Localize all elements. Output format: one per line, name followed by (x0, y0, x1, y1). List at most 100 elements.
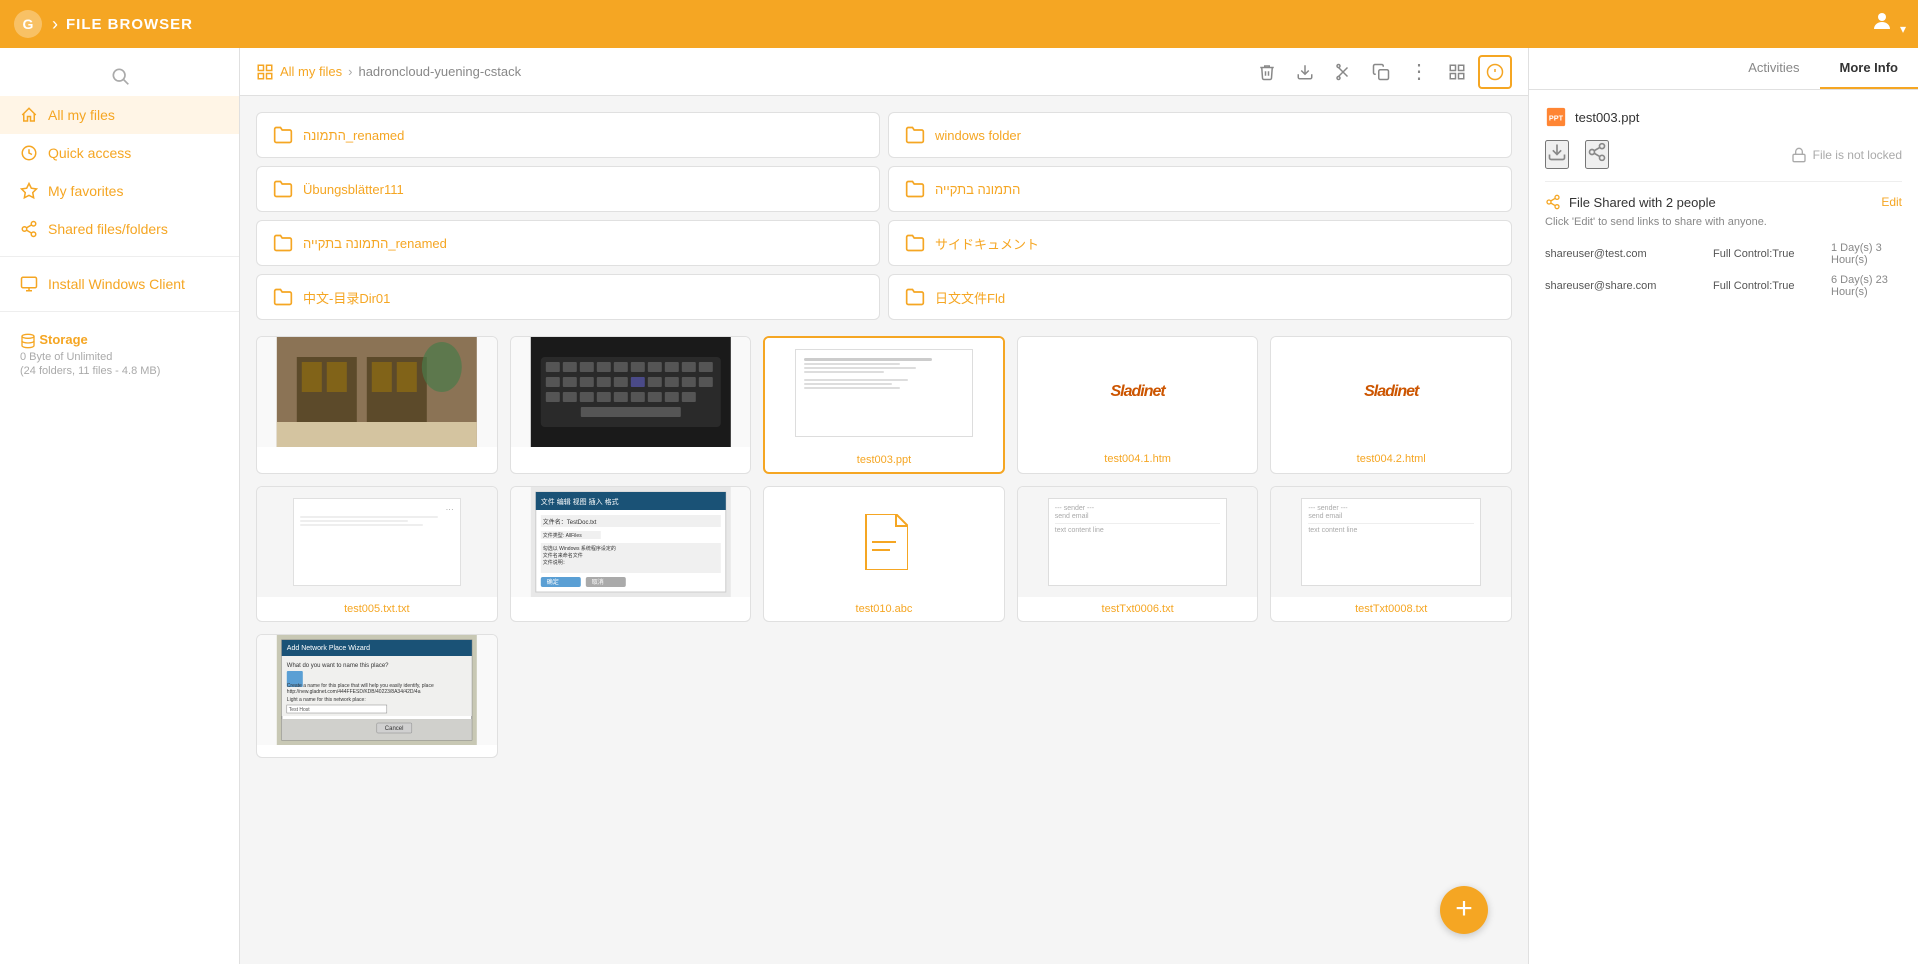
svg-text:取消: 取消 (591, 578, 603, 586)
share-title-row: File Shared with 2 people Edit (1545, 194, 1902, 210)
delete-button[interactable] (1250, 55, 1284, 89)
right-panel: Activities More Info PPT test003.ppt (1528, 48, 1918, 964)
file-item-test004-1[interactable]: Sladinet test004.1.htm (1017, 336, 1259, 474)
sidebar-item-quick-access[interactable]: Quick access (0, 134, 239, 172)
edit-link[interactable]: Edit (1881, 195, 1902, 209)
file-label (257, 447, 497, 459)
svg-text:文件名：TestDoc.txt: 文件名：TestDoc.txt (542, 518, 596, 526)
photo-thumb (257, 337, 497, 447)
content-area: All my files › hadroncloud-yuening-cstac… (240, 48, 1528, 964)
share-user-email-1: shareuser@test.com (1545, 248, 1705, 260)
file-item-test003ppt[interactable]: test003.ppt (763, 336, 1005, 474)
tab-activities[interactable]: Activities (1728, 48, 1819, 89)
svg-text:文件说明：: 文件说明： (542, 559, 567, 566)
file-item-test010[interactable]: test010.abc (763, 486, 1005, 622)
folder-item[interactable]: 中文-目录Dir01 (256, 274, 880, 320)
folder-name: התמונה_renamed (303, 128, 404, 143)
file-item-screenshot2[interactable]: 文件 编辑 视图 插入 格式 文件名：TestDoc.txt 文件类型: All… (510, 486, 752, 622)
folder-name: サイドキュメント (935, 234, 1039, 253)
copy-button[interactable] (1364, 55, 1398, 89)
more-button[interactable]: ⋮ (1402, 55, 1436, 89)
file-item-test004-2[interactable]: Sladinet test004.2.html (1270, 336, 1512, 474)
user-menu-button[interactable]: ▾ (1870, 9, 1906, 39)
folder-item[interactable]: התמונה בתקייה (888, 166, 1512, 212)
svg-text:http://new.gladnet.com/444FFES: http://new.gladnet.com/444FFESD/KDB/4022… (287, 689, 421, 695)
svg-text:确定: 确定 (546, 578, 558, 586)
share-user-row-2: shareuser@share.com Full Control:True 6 … (1545, 270, 1902, 302)
folder-item[interactable]: Übungsblätter111 (256, 166, 880, 212)
screenshot-thumb: 文件 编辑 视图 插入 格式 文件名：TestDoc.txt 文件类型: All… (511, 487, 751, 597)
file-item-testtxt0008[interactable]: --- sender --- send email text content l… (1270, 486, 1512, 622)
sidebar-item-label: All my files (48, 107, 115, 123)
svg-text:勾选以 Windows 系统程序设定的: 勾选以 Windows 系统程序设定的 (542, 545, 615, 552)
svg-text:PPT: PPT (1549, 114, 1564, 123)
file-item-keyboard[interactable] (510, 336, 752, 474)
file-thumbnail: --- sender --- send email text content l… (1018, 487, 1258, 597)
file-label (511, 447, 751, 459)
file-item-test005[interactable]: ··· test005.txt.txt (256, 486, 498, 622)
sladinet-preview: Sladinet (1018, 337, 1258, 447)
sidebar-item-label-quick: Quick access (48, 145, 131, 161)
svg-text:Add Network Place Wizard: Add Network Place Wizard (287, 645, 370, 652)
svg-text:文件名来命名文件: 文件名来命名文件 (542, 552, 582, 559)
info-button[interactable] (1478, 55, 1512, 89)
sidebar-item-label-shared: Shared files/folders (48, 221, 168, 237)
cut-button[interactable] (1326, 55, 1360, 89)
file-grid: test003.ppt Sladinet test004.1.htm (256, 336, 1512, 758)
file-label (257, 745, 497, 757)
file-label: test003.ppt (765, 448, 1003, 472)
sladinet-preview2: Sladinet (1271, 337, 1511, 447)
add-fab-button[interactable]: + (1440, 886, 1488, 934)
sidebar-item-my-favorites[interactable]: My favorites (0, 172, 239, 210)
folder-item[interactable]: windows folder (888, 112, 1512, 158)
file-label (511, 597, 751, 609)
monitor-icon (20, 275, 38, 293)
folder-name: windows folder (935, 128, 1021, 143)
tab-more-info[interactable]: More Info (1820, 48, 1918, 89)
file-item-testtxt0006[interactable]: --- sender --- send email text content l… (1017, 486, 1259, 622)
file-thumbnail: --- sender --- send email text content l… (1271, 487, 1511, 597)
folder-name: Übungsblätter111 (303, 182, 404, 197)
folder-item[interactable]: התמונה_renamed (256, 112, 880, 158)
file-thumbnail: Sladinet (1018, 337, 1258, 447)
share-user-perm-2: Full Control:True (1713, 280, 1823, 292)
ppt-file-icon: PPT (1545, 106, 1567, 128)
svg-text:G: G (23, 16, 34, 32)
svg-text:Light a name for this network: Light a name for this network place: (287, 697, 366, 703)
svg-text:Cancel: Cancel (385, 726, 404, 732)
folder-name: 日文文件Fld (935, 288, 1005, 307)
storage-detail: 0 Byte of Unlimited (20, 351, 219, 363)
sidebar-item-all-my-files[interactable]: All my files (0, 96, 239, 134)
top-header: G › FILE BROWSER ▾ (0, 0, 1918, 48)
storage-count: (24 folders, 11 files - 4.8 MB) (20, 365, 219, 377)
file-thumbnail (257, 337, 497, 447)
folder-icon (273, 125, 293, 145)
grid-view-button[interactable] (1440, 55, 1474, 89)
download-button[interactable] (1288, 55, 1322, 89)
toolbar: All my files › hadroncloud-yuening-cstac… (240, 48, 1528, 96)
sidebar-item-shared-files[interactable]: Shared files/folders (0, 210, 239, 248)
panel-download-button[interactable] (1545, 140, 1569, 169)
sidebar: All my files Quick access My favorites S… (0, 48, 240, 964)
folder-icon (905, 287, 925, 307)
share-title-text: File Shared with 2 people (1569, 195, 1716, 210)
search-icon[interactable] (110, 66, 130, 86)
file-thumbnail (511, 337, 751, 447)
file-item-photo1[interactable] (256, 336, 498, 474)
folder-item[interactable]: התמונה בתקייה_renamed (256, 220, 880, 266)
toolbar-actions: ⋮ (1250, 55, 1512, 89)
sidebar-item-install-windows[interactable]: Install Windows Client (0, 265, 239, 303)
file-thumbnail (765, 338, 1003, 448)
breadcrumb-root[interactable]: All my files (280, 64, 342, 79)
folder-item[interactable]: 日文文件Fld (888, 274, 1512, 320)
file-thumbnail: Add Network Place Wizard What do you wan… (257, 635, 497, 745)
main-layout: All my files Quick access My favorites S… (0, 48, 1918, 964)
breadcrumb: All my files › hadroncloud-yuening-cstac… (256, 63, 521, 81)
folder-item[interactable]: サイドキュメント (888, 220, 1512, 266)
search-area[interactable] (0, 56, 239, 96)
folder-name: התמונה בתקייה_renamed (303, 236, 447, 251)
panel-share-button[interactable] (1585, 140, 1609, 169)
file-item-screenshot3[interactable]: Add Network Place Wizard What do you wan… (256, 634, 498, 758)
header-title: FILE BROWSER (66, 16, 193, 33)
lock-status-text: File is not locked (1813, 148, 1902, 162)
